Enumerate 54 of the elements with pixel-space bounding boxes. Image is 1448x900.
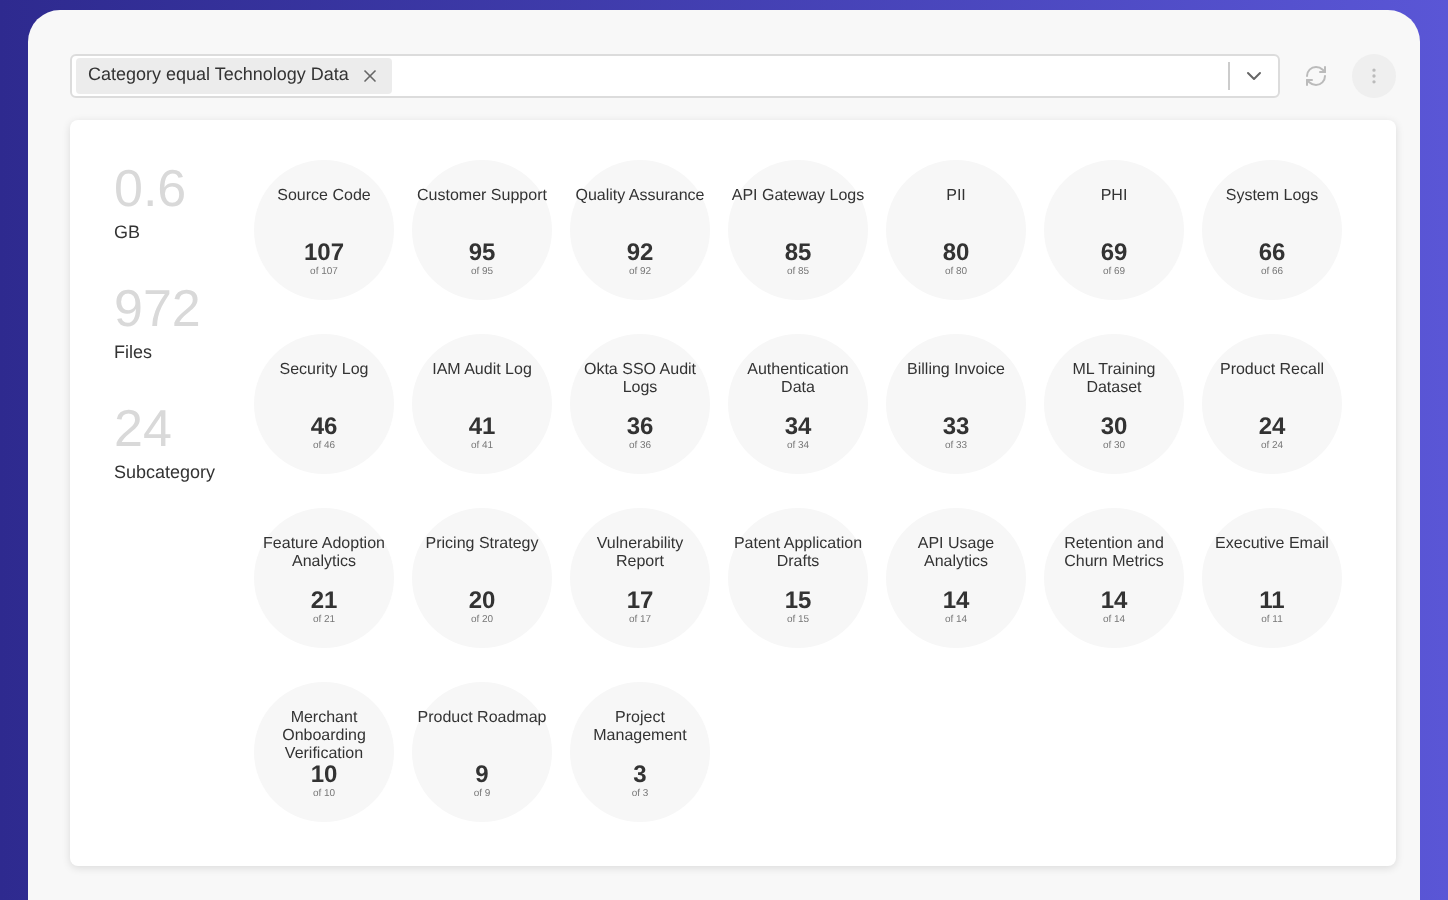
remove-icon[interactable]: [360, 66, 381, 86]
filter-chip-label: Category equal Technology Data: [88, 62, 349, 89]
category-name: Source Code: [275, 186, 373, 208]
category-count: 34: [784, 414, 812, 440]
category-name: Feature Adoption Analytics: [261, 534, 387, 574]
category-name: Product Roadmap: [415, 708, 549, 730]
category-count: 21: [310, 588, 338, 614]
category-count: 30: [1100, 414, 1128, 440]
stat-label: Files: [114, 340, 155, 366]
category-count: 36: [626, 414, 654, 440]
category-count: 20: [468, 588, 496, 614]
category-name: Authentication Data: [745, 360, 851, 400]
category-count: 46: [310, 414, 338, 440]
category-count: 85: [784, 240, 812, 266]
category-count: 11: [1259, 588, 1285, 614]
category-name: Okta SSO Audit Logs: [581, 360, 699, 400]
category-name: Product Recall: [1217, 360, 1327, 382]
category-name: PII: [944, 186, 968, 208]
category-name: Security Log: [277, 360, 371, 382]
category-count: 80: [942, 240, 970, 266]
stat-label: Subcategory: [114, 460, 218, 486]
category-count: 92: [626, 240, 654, 266]
category-count: 9: [475, 762, 489, 788]
category-name: Patent Application Drafts: [731, 534, 865, 574]
category-name: Pricing Strategy: [423, 534, 541, 556]
category-name: Retention and Churn Metrics: [1062, 534, 1166, 574]
category-count: 41: [468, 414, 496, 440]
category-name: API Gateway Logs: [730, 186, 866, 208]
category-count: 3: [633, 762, 647, 788]
filter-field[interactable]: Category equal Technology Data: [70, 54, 1280, 98]
category-count: 95: [468, 240, 496, 266]
category-name: PHI: [1098, 186, 1130, 208]
category-name: Merchant Onboarding Verification: [280, 708, 368, 762]
category-count: 15: [784, 588, 812, 614]
category-name: Project Management: [591, 708, 689, 748]
category-count: 24: [1258, 414, 1286, 440]
category-name: System Logs: [1223, 186, 1321, 208]
stat-label: GB: [114, 220, 143, 246]
category-name: API Usage Analytics: [915, 534, 997, 574]
category-count: 10: [310, 762, 338, 788]
category-count: 14: [1100, 588, 1128, 614]
category-count: 66: [1258, 240, 1286, 266]
category-count: 17: [626, 588, 654, 614]
category-name: Customer Support: [415, 186, 549, 208]
category-name: Quality Assurance: [573, 186, 707, 208]
category-name: Vulnerability Report: [594, 534, 686, 574]
category-count: 69: [1100, 240, 1128, 266]
category-name: Executive Email: [1213, 534, 1331, 556]
category-count: 33: [942, 414, 970, 440]
category-name: Billing Invoice: [905, 360, 1007, 382]
category-count: 14: [942, 588, 970, 614]
category-name: ML Training Dataset: [1070, 360, 1158, 400]
category-count: 107: [303, 240, 345, 266]
category-name: IAM Audit Log: [430, 360, 534, 382]
